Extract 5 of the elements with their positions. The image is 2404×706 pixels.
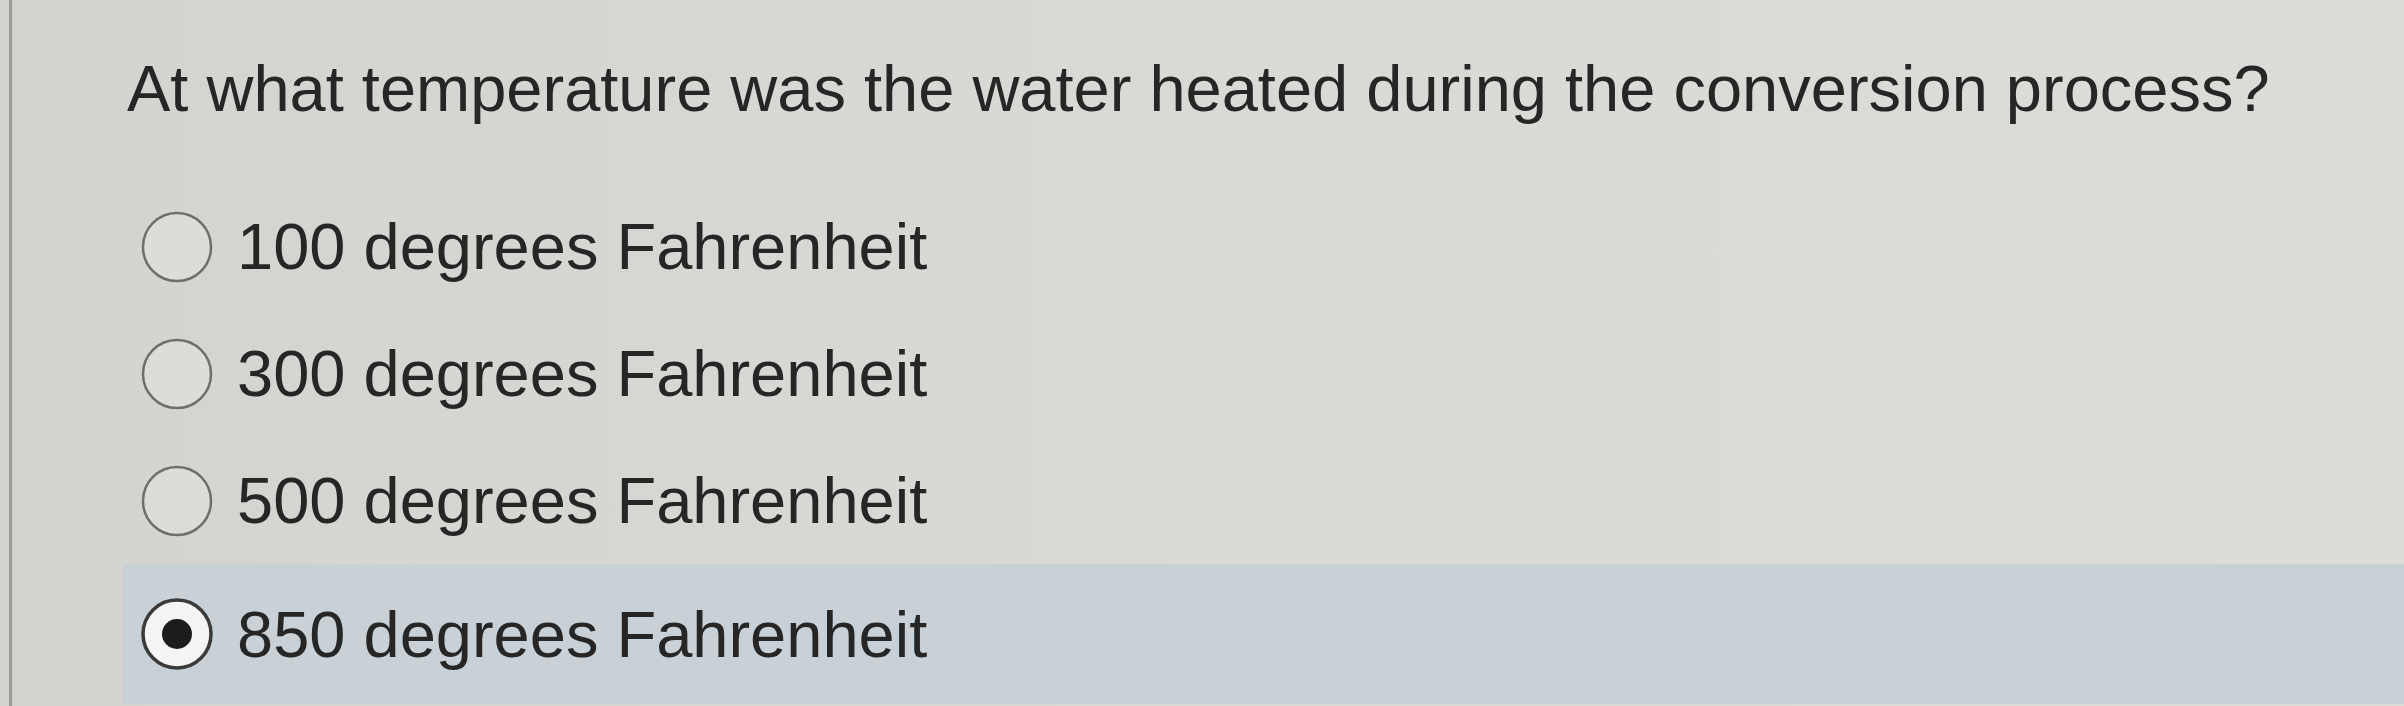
selected-answer-highlight[interactable]: 850 degrees Fahrenheit (123, 564, 2404, 704)
radio-button[interactable] (141, 337, 213, 410)
radio-button[interactable] (141, 464, 213, 537)
radio-button[interactable] (141, 210, 213, 283)
radio-button[interactable] (141, 598, 213, 670)
